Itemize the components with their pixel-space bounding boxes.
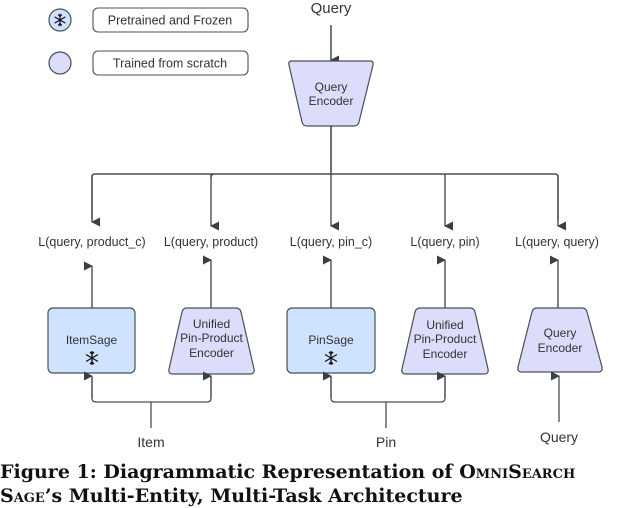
caption-model-name-cont: Sage	[0, 485, 45, 507]
bottom-encoder-line1: Query	[544, 326, 577, 340]
legend-frozen-label: Pretrained and Frozen	[108, 14, 232, 28]
loss-bus	[91, 173, 559, 220]
loss-label: L(query, pin)	[410, 235, 479, 249]
unified-item-line1: Unified	[193, 317, 230, 331]
pinsage-label: PinSage	[308, 333, 354, 347]
bottom-encoder-line2: Encoder	[538, 341, 583, 355]
top-encoder-line1: Query	[315, 80, 348, 94]
unified-item-line2: Pin-Product	[180, 331, 243, 345]
caption-line-2: Sage’s Multi-Entity, Multi-Task Architec…	[0, 484, 640, 508]
bottom-query-label: Query	[540, 429, 578, 445]
loss-label: L(query, product_c)	[38, 235, 145, 249]
caption-rest: ’s Multi-Entity, Multi-Task Architecture	[44, 485, 463, 507]
legend-trained-swatch	[48, 51, 72, 75]
pin-input-label: Pin	[376, 434, 396, 450]
item-input-label: Item	[137, 434, 164, 450]
loss-label: L(query, pin_c)	[290, 235, 372, 249]
bottom-query-encoder	[517, 307, 603, 373]
legend: Pretrained and Frozen Trained from scrat…	[48, 7, 249, 76]
itemsage-label: ItemSage	[66, 333, 118, 347]
loss-label: L(query, query)	[515, 235, 599, 249]
architecture-diagram: Pretrained and Frozen Trained from scrat…	[38, 0, 603, 450]
loss-label: L(query, product)	[164, 235, 258, 249]
unified-pin-line2: Pin-Product	[414, 332, 477, 346]
caption-line-1: Figure 1: Diagrammatic Representation of…	[0, 460, 640, 484]
caption-prefix: Figure 1: Diagrammatic Representation of	[0, 461, 460, 483]
pin-connector	[330, 377, 446, 403]
top-encoder-line2: Encoder	[309, 94, 354, 108]
legend-trained-label: Trained from scratch	[113, 57, 227, 71]
unified-pin-line1: Unified	[426, 318, 463, 332]
unified-pin-line3: Encoder	[423, 347, 468, 361]
top-query-label: Query	[311, 0, 352, 17]
item-connector	[91, 377, 212, 403]
caption-model-name: OmniSearch	[459, 461, 576, 483]
unified-item-line3: Encoder	[189, 346, 234, 360]
